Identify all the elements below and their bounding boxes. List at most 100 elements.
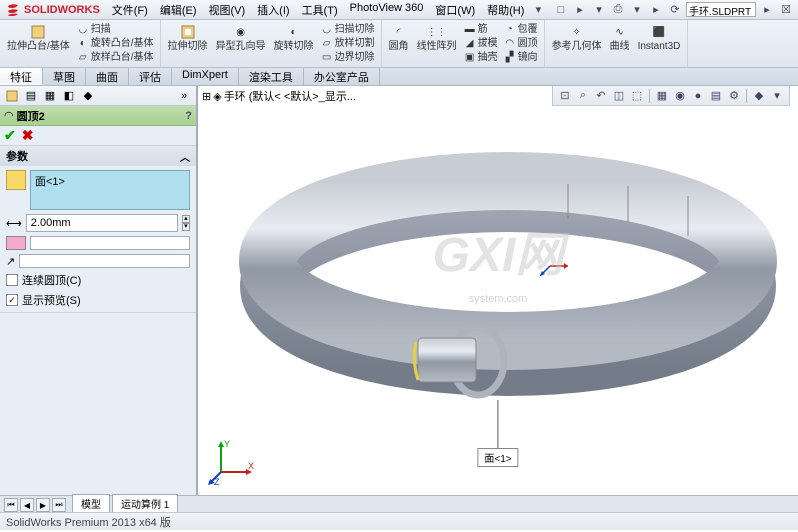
- open-icon[interactable]: ▸: [572, 2, 588, 18]
- rib-button[interactable]: ▬筋: [462, 22, 500, 36]
- save-icon[interactable]: ▾: [591, 2, 607, 18]
- pm-title: 圆顶2: [17, 108, 45, 124]
- callout-label[interactable]: 面<1>: [477, 448, 518, 467]
- menu-list: 文件(F) 编辑(E) 视图(V) 插入(I) 工具(T) PhotoView …: [106, 0, 531, 20]
- tab-features[interactable]: 特征: [0, 68, 43, 85]
- status-bar: SolidWorks Premium 2013 x64 版: [0, 512, 798, 530]
- ref-geom-button[interactable]: ✧参考几何体: [549, 22, 605, 53]
- menu-view[interactable]: 视图(V): [203, 0, 252, 20]
- revolve-boss-button[interactable]: ◐旋转凸台/基体: [75, 36, 156, 50]
- ribbon-group-cut: 拉伸切除 ◉异型孔向导 ◐旋转切除 ◡扫描切除 ▱放样切割 ▭边界切除: [161, 20, 382, 67]
- options-icon[interactable]: ▾: [629, 2, 645, 18]
- print-icon[interactable]: ⎙: [610, 2, 626, 18]
- tab-render[interactable]: 渲染工具: [239, 68, 304, 85]
- selection-box[interactable]: 面<1>: [30, 170, 190, 210]
- distance-input[interactable]: [26, 214, 178, 232]
- spinner[interactable]: ▴▾: [182, 215, 190, 231]
- tab-evaluate[interactable]: 评估: [129, 68, 172, 85]
- fm-tree-icon[interactable]: [4, 88, 20, 104]
- app-logo: SOLIDWORKS: [0, 2, 106, 18]
- menu-bar: SOLIDWORKS 文件(F) 编辑(E) 视图(V) 插入(I) 工具(T)…: [0, 0, 798, 20]
- menu-window[interactable]: 窗口(W): [429, 0, 481, 20]
- nav-last-icon[interactable]: ⏭: [52, 498, 66, 512]
- pm-params-section: 参数 ︿ 面<1> ⟷ ▴▾ ↗: [0, 146, 196, 313]
- tab-model[interactable]: 模型: [72, 494, 110, 512]
- ribbon-group-features: ◜圆角 ⋮⋮线性阵列 ▬筋 ◢拔模 ▣抽壳 ◔包覆 ◠圆顶 ▞镜向: [382, 20, 545, 67]
- new-icon[interactable]: □: [553, 2, 569, 18]
- app-name: SOLIDWORKS: [24, 4, 100, 16]
- menu-tools[interactable]: 工具(T): [296, 0, 344, 20]
- shell-button[interactable]: ▣抽壳: [462, 50, 500, 64]
- sweep-cut-button[interactable]: ◡扫描切除: [319, 22, 377, 36]
- hole-wizard-button[interactable]: ◉异型孔向导: [213, 22, 269, 64]
- pm-tab-icons: ▤ ▦ ◧ ◆ »: [0, 86, 196, 106]
- viewport[interactable]: ⊞ ◈ 手环 (默认< <默认>_显示... ⊡ ⌕ ↶ ◫ ⬚ ▦ ◉ ● ▤…: [198, 86, 798, 495]
- menu-photoview[interactable]: PhotoView 360: [344, 0, 430, 20]
- face-icon: [6, 170, 26, 190]
- render-icon[interactable]: ◆: [80, 88, 96, 104]
- boundary-cut-button[interactable]: ▭边界切除: [319, 50, 377, 64]
- extra-icon[interactable]: ☒: [778, 2, 794, 18]
- cancel-button[interactable]: ✖: [22, 127, 34, 144]
- fillet-button[interactable]: ◜圆角: [386, 22, 412, 64]
- dropdown-icon[interactable]: ▾: [530, 2, 546, 18]
- color-swatch-pink[interactable]: [6, 236, 26, 250]
- loft-cut-button[interactable]: ▱放样切割: [319, 36, 377, 50]
- tab-sketch[interactable]: 草图: [43, 68, 86, 85]
- triad-icon[interactable]: Y X Z: [206, 437, 256, 487]
- extrude-cut-button[interactable]: 拉伸切除: [165, 22, 211, 64]
- sweep-button[interactable]: ◡扫描: [75, 22, 156, 36]
- checkbox-continuous[interactable]: [6, 274, 18, 286]
- linear-pattern-button[interactable]: ⋮⋮线性阵列: [414, 22, 460, 64]
- section-heading[interactable]: 参数 ︿: [0, 146, 196, 166]
- tab-surfaces[interactable]: 曲面: [86, 68, 129, 85]
- bottom-tab-bar: ⏮ ◀ ▶ ⏭ 模型 运动算例 1: [0, 495, 798, 512]
- menu-edit[interactable]: 编辑(E): [154, 0, 203, 20]
- curves-button[interactable]: ∿曲线: [607, 22, 633, 53]
- ribbon: 拉伸凸台/基体 ◡扫描 ◐旋转凸台/基体 ▱放样凸台/基体 拉伸切除 ◉异型孔向…: [0, 20, 798, 68]
- dome-feature-icon: ◠: [4, 109, 14, 122]
- filename-box[interactable]: 手环.SLDPRT: [686, 2, 756, 17]
- direction-icon[interactable]: ↗: [6, 255, 15, 268]
- ribbon-group-ref: ✧参考几何体 ∿曲线 ⬛Instant3D: [545, 20, 689, 67]
- config-icon[interactable]: ▦: [42, 88, 58, 104]
- checkbox-preview[interactable]: ✓: [6, 294, 18, 306]
- color-field-1[interactable]: [30, 236, 190, 250]
- content-area: ▤ ▦ ◧ ◆ » ◠ 圆顶2 ? ✔ ✖ 参数 ︿ 面<1>: [0, 86, 798, 495]
- tab-office[interactable]: 办公室产品: [304, 68, 380, 85]
- nav-next-icon[interactable]: ▶: [36, 498, 50, 512]
- svg-text:X: X: [248, 461, 254, 471]
- instant3d-button[interactable]: ⬛Instant3D: [635, 22, 684, 53]
- svg-text:Z: Z: [214, 477, 220, 487]
- help-icon[interactable]: ▸: [648, 2, 664, 18]
- pm-confirm-row: ✔ ✖: [0, 126, 196, 146]
- revolve-cut-button[interactable]: ◐旋转切除: [271, 22, 317, 64]
- mirror-button[interactable]: ▞镜向: [502, 50, 540, 64]
- search-icon[interactable]: ▸: [759, 2, 775, 18]
- extrude-boss-button[interactable]: 拉伸凸台/基体: [4, 22, 73, 64]
- rebuild-icon[interactable]: ⟳: [667, 2, 683, 18]
- dim-icon[interactable]: ◧: [61, 88, 77, 104]
- menu-file[interactable]: 文件(F): [106, 0, 154, 20]
- wrap-button[interactable]: ◔包覆: [502, 22, 540, 36]
- menu-help[interactable]: 帮助(H): [481, 0, 530, 20]
- tab-motion-study[interactable]: 运动算例 1: [112, 494, 178, 512]
- chk-preview[interactable]: ✓ 显示预览(S): [6, 292, 190, 308]
- pm-help-icon[interactable]: ?: [185, 110, 192, 122]
- chevron-up-icon: ︿: [180, 149, 190, 164]
- pm-icon[interactable]: ▤: [23, 88, 39, 104]
- ribbon-tabs: 特征 草图 曲面 评估 DimXpert 渲染工具 办公室产品: [0, 68, 798, 86]
- loft-button[interactable]: ▱放样凸台/基体: [75, 50, 156, 64]
- expand-icon[interactable]: »: [176, 88, 192, 104]
- top-right-tools: □ ▸ ▾ ⎙ ▾ ▸ ⟳ 手环.SLDPRT ▸ ☒: [553, 2, 798, 18]
- callout: 面<1>: [477, 400, 518, 467]
- tab-dimxpert[interactable]: DimXpert: [172, 68, 239, 85]
- chk-continuous[interactable]: 连续圆顶(C): [6, 272, 190, 288]
- menu-insert[interactable]: 插入(I): [251, 0, 295, 20]
- draft-button[interactable]: ◢拔模: [462, 36, 500, 50]
- nav-prev-icon[interactable]: ◀: [20, 498, 34, 512]
- color-field-2[interactable]: [19, 254, 190, 268]
- nav-first-icon[interactable]: ⏮: [4, 498, 18, 512]
- dome-button[interactable]: ◠圆顶: [502, 36, 540, 50]
- ok-button[interactable]: ✔: [4, 127, 16, 144]
